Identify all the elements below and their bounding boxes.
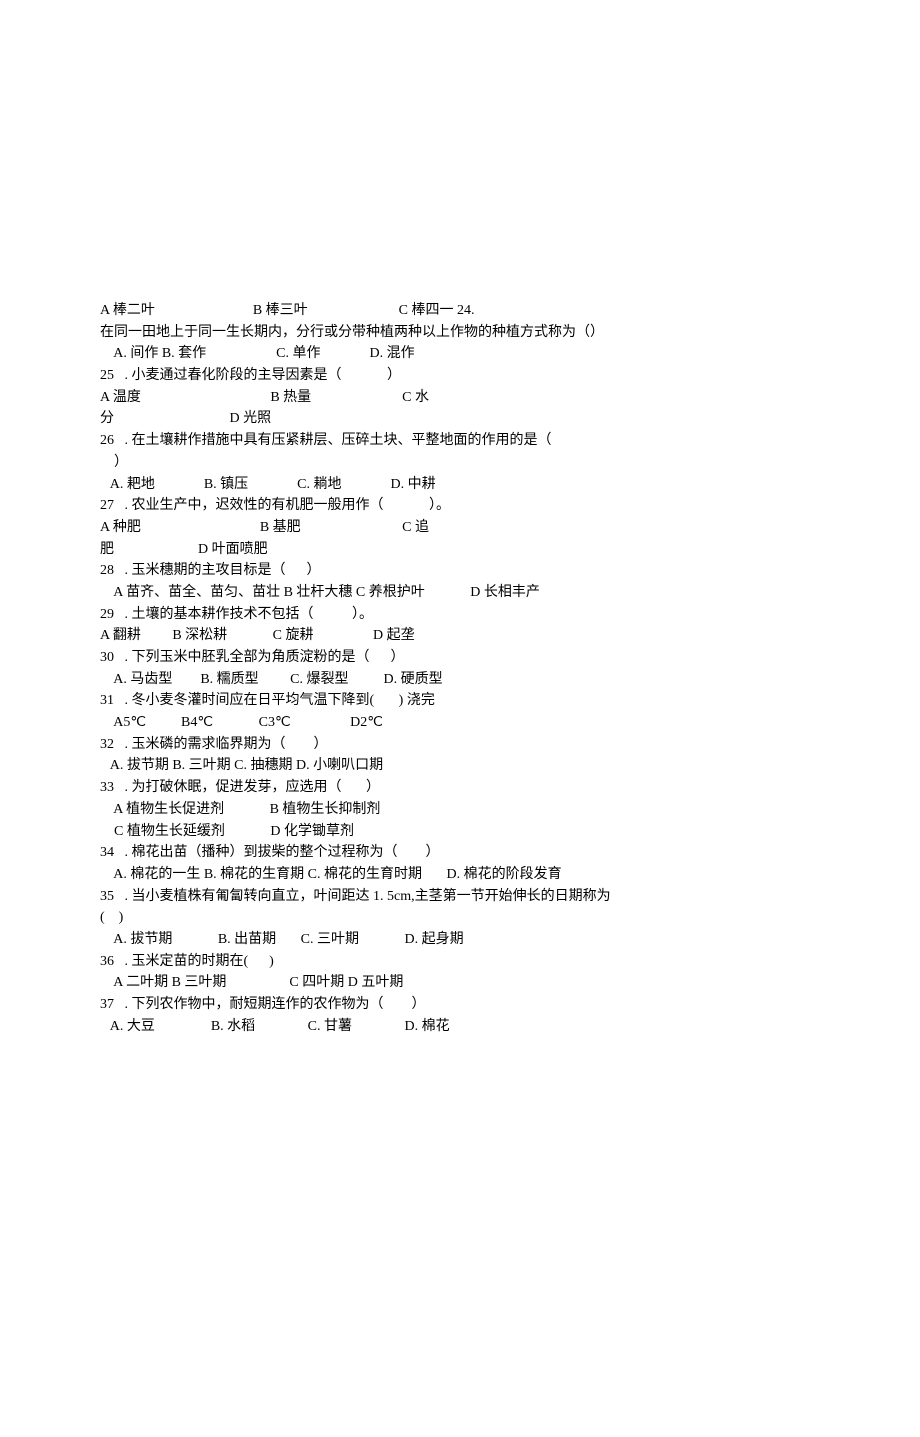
text-line: A 翻耕 B 深松耕 C 旋耕 D 起垄 xyxy=(100,625,820,647)
text-line: A5℃ B4℃ C3℃ D2℃ xyxy=(100,712,820,734)
text-line: 在同一田地上于同一生长期内，分行或分带种植两种以上作物的种植方式称为（） xyxy=(100,322,820,344)
text-line: 28 . 玉米穗期的主攻目标是（ ） xyxy=(100,560,820,582)
text-line: A. 拔节期 B. 出苗期 C. 三叶期 D. 起身期 xyxy=(100,929,820,951)
text-line: 34 . 棉花出苗（播种）到拔柴的整个过程称为（ ） xyxy=(100,842,820,864)
text-line: 30 . 下列玉米中胚乳全部为角质淀粉的是（ ） xyxy=(100,647,820,669)
text-line: 27 . 农业生产中，迟效性的有机肥一般用作（ ）。 xyxy=(100,495,820,517)
text-line: 35 . 当小麦植株有匍匐转向直立，叶间距达 1. 5cm,主茎第一节开始伸长的… xyxy=(100,886,820,908)
text-line: A 温度 B 热量 C 水 xyxy=(100,387,820,409)
text-line: 33 . 为打破休眠，促进发芽，应选用（ ） xyxy=(100,777,820,799)
text-line: A. 拔节期 B. 三叶期 C. 抽穗期 D. 小喇叭口期 xyxy=(100,755,820,777)
text-line: 26 . 在土壤耕作措施中具有压紧耕层、压碎土块、平整地面的作用的是（ xyxy=(100,430,820,452)
text-line: 31 . 冬小麦冬灌时间应在日平均气温下降到( ) 浇完 xyxy=(100,690,820,712)
text-line: A. 耙地 B. 镇压 C. 耥地 D. 中耕 xyxy=(100,474,820,496)
text-line: A 种肥 B 基肥 C 追 xyxy=(100,517,820,539)
text-line: A. 棉花的一生 B. 棉花的生育期 C. 棉花的生育时期 D. 棉花的阶段发育 xyxy=(100,864,820,886)
text-line: 29 . 土壤的基本耕作技术不包括（ ）。 xyxy=(100,604,820,626)
text-line: 36 . 玉米定苗的时期在( ) xyxy=(100,951,820,973)
text-line: ） xyxy=(100,452,820,474)
text-line: A 二叶期 B 三叶期 C 四叶期 D 五叶期 xyxy=(100,972,820,994)
text-line: A 植物生长促进剂 B 植物生长抑制剂 xyxy=(100,799,820,821)
text-line: C 植物生长延缓剂 D 化学锄草剂 xyxy=(100,821,820,843)
text-line: 25 . 小麦通过春化阶段的主导因素是（ ） xyxy=(100,365,820,387)
text-line: ( ) xyxy=(100,907,820,929)
text-line: 37 . 下列农作物中，耐短期连作的农作物为（ ） xyxy=(100,994,820,1016)
text-line: 肥 D 叶面喷肥 xyxy=(100,539,820,561)
text-line: A 苗齐、苗全、苗匀、苗壮 B 壮杆大穗 C 养根护叶 D 长相丰产 xyxy=(100,582,820,604)
text-line: A. 大豆 B. 水稻 C. 甘薯 D. 棉花 xyxy=(100,1016,820,1038)
document-page: A 棒二叶 B 棒三叶 C 棒四一 24.在同一田地上于同一生长期内，分行或分带… xyxy=(0,0,920,1437)
text-line: A. 马齿型 B. 糯质型 C. 爆裂型 D. 硬质型 xyxy=(100,669,820,691)
text-line: A 棒二叶 B 棒三叶 C 棒四一 24. xyxy=(100,300,820,322)
question-list: A 棒二叶 B 棒三叶 C 棒四一 24.在同一田地上于同一生长期内，分行或分带… xyxy=(100,300,820,1037)
text-line: 分 D 光照 xyxy=(100,408,820,430)
text-line: 32 . 玉米磷的需求临界期为（ ） xyxy=(100,734,820,756)
text-line: A. 间作 B. 套作 C. 单作 D. 混作 xyxy=(100,343,820,365)
